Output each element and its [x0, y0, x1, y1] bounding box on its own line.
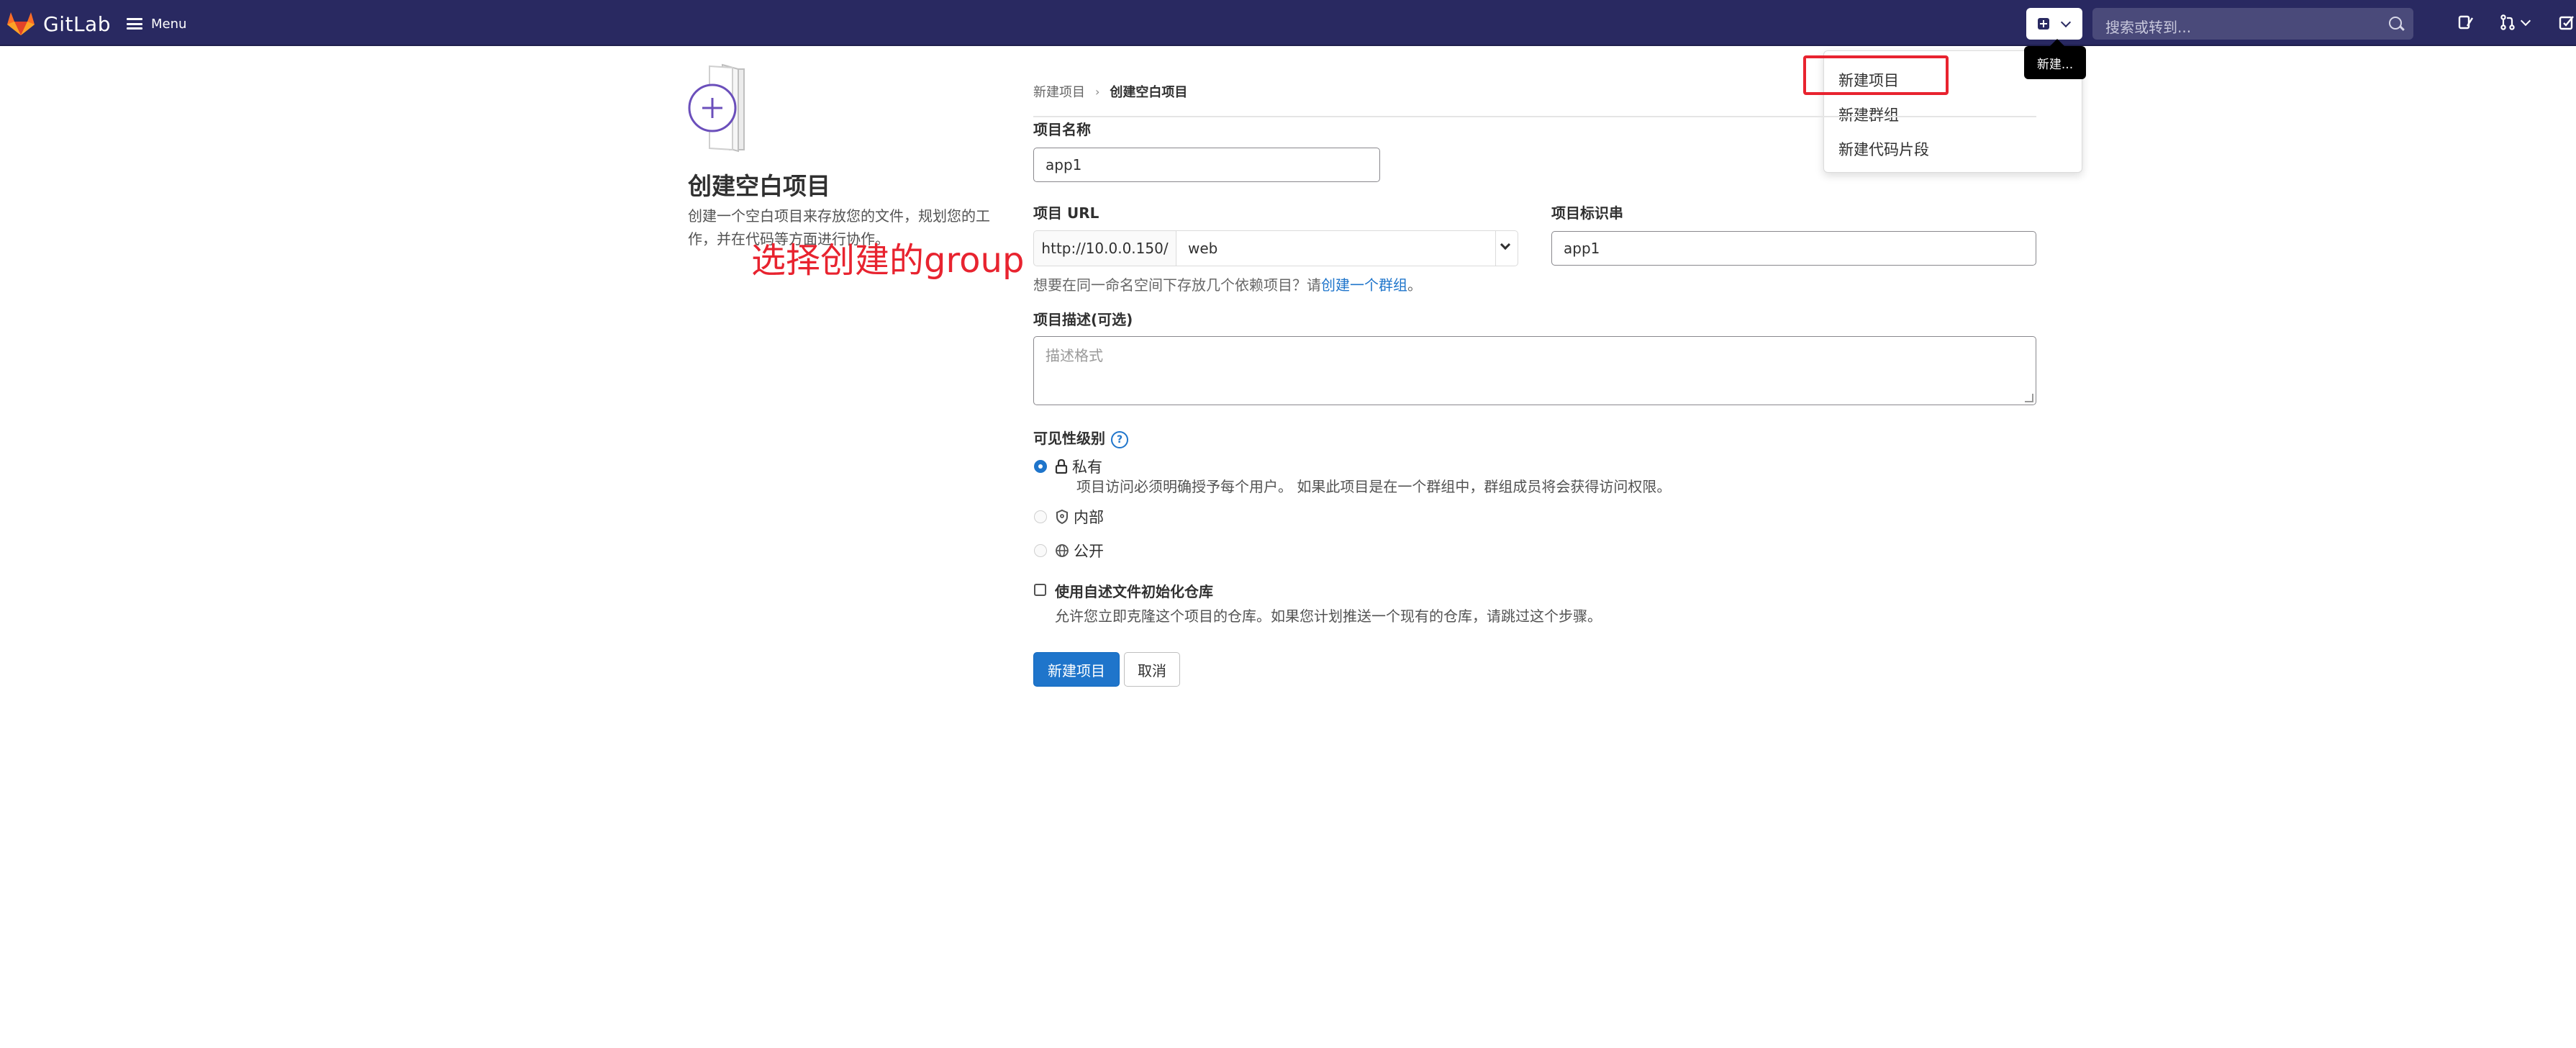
new-dropdown-button[interactable]	[2026, 8, 2082, 40]
hamburger-icon	[127, 18, 142, 30]
init-readme-label[interactable]: 使用自述文件初始化仓库	[1055, 580, 1213, 601]
annotation-text: 选择创建的group	[751, 240, 1025, 281]
project-name-label: 项目名称	[1033, 121, 1091, 138]
menu-label: Menu	[151, 16, 187, 32]
globe-icon	[1056, 544, 1069, 557]
search-icon	[2389, 17, 2402, 30]
chevron-down-icon	[1495, 231, 1518, 266]
shield-icon	[1056, 509, 1068, 525]
group-hint-text: 想要在同一命名空间下存放几个依赖项目？请	[1033, 276, 1321, 294]
visibility-label: 可见性级别?	[1033, 427, 1128, 448]
project-slug-value: app1	[1564, 240, 1600, 257]
project-slug-label: 项目标识串	[1551, 204, 1623, 222]
breadcrumb-item-current[interactable]: 创建空白项目	[1110, 82, 1187, 101]
dropdown-item-new-snippet[interactable]: 新建代码片段	[1838, 138, 1929, 160]
visibility-public-label: 公开	[1074, 543, 1104, 560]
description-placeholder: 描述格式	[1046, 347, 1103, 364]
project-slug-input[interactable]: app1	[1551, 231, 2036, 266]
visibility-option-public[interactable]: 公开	[1055, 540, 1104, 561]
init-readme-description: 允许您立即克隆这个项目的仓库。如果您计划推送一个现有的仓库，请跳过这个步骤。	[1055, 607, 1602, 625]
page-title: 创建空白项目	[688, 172, 830, 200]
gitlab-logo-icon[interactable]	[6, 10, 36, 36]
top-navbar: GitLab Menu 搜索或转到...	[0, 0, 2576, 46]
project-name-value: app1	[1046, 156, 1082, 173]
todo-icon[interactable]	[2559, 14, 2575, 30]
visibility-option-private[interactable]: 私有	[1055, 456, 1102, 477]
url-prefix: http://10.0.0.150/	[1033, 230, 1176, 266]
breadcrumb: 新建项目 › 创建空白项目	[1033, 82, 1187, 101]
help-icon[interactable]: ?	[1111, 430, 1128, 448]
init-readme-checkbox[interactable]	[1034, 584, 1046, 596]
namespace-value: web	[1188, 240, 1218, 257]
divider	[1033, 116, 2036, 117]
annotation-highlight-box	[1803, 55, 1949, 95]
group-hint: 想要在同一命名空间下存放几个依赖项目？请创建一个群组。	[1033, 274, 1422, 294]
menu-button[interactable]: Menu	[127, 13, 186, 35]
visibility-internal-label: 内部	[1074, 509, 1104, 526]
new-tooltip: 新建...	[2024, 39, 2086, 79]
create-project-button[interactable]: 新建项目	[1033, 652, 1120, 687]
namespace-select[interactable]: web	[1176, 230, 1518, 266]
merge-request-icon[interactable]	[2500, 14, 2516, 30]
issues-icon[interactable]	[2458, 14, 2474, 30]
group-hint-end: 。	[1407, 276, 1422, 294]
cancel-button[interactable]: 取消	[1124, 652, 1180, 687]
description-label: 项目描述(可选)	[1033, 311, 1133, 328]
dropdown-item-new-group[interactable]: 新建群组	[1838, 104, 1899, 125]
blank-project-illustration	[688, 63, 745, 153]
lock-icon	[1055, 458, 1068, 474]
chevron-down-icon	[2060, 17, 2072, 28]
visibility-radio-internal[interactable]	[1034, 510, 1047, 523]
description-textarea[interactable]: 描述格式	[1033, 336, 2036, 405]
project-url-label: 项目 URL	[1033, 204, 1099, 222]
visibility-option-internal[interactable]: 内部	[1055, 506, 1104, 528]
plus-square-icon	[2038, 18, 2049, 30]
visibility-label-text: 可见性级别	[1033, 430, 1105, 447]
breadcrumb-separator: ›	[1095, 84, 1100, 99]
search-placeholder: 搜索或转到...	[2105, 19, 2192, 36]
search-input[interactable]: 搜索或转到...	[2092, 8, 2413, 40]
visibility-radio-private[interactable]	[1034, 460, 1047, 473]
visibility-private-label: 私有	[1072, 458, 1102, 476]
create-group-link[interactable]: 创建一个群组	[1321, 276, 1407, 294]
project-name-input[interactable]: app1	[1033, 148, 1380, 182]
breadcrumb-item-new-project[interactable]: 新建项目	[1033, 82, 1085, 101]
visibility-private-description: 项目访问必须明确授予每个用户。 如果此项目是在一个群组中，群组成员将会获得访问权…	[1076, 478, 1672, 495]
brand-name[interactable]: GitLab	[43, 12, 111, 36]
chevron-down-icon	[2520, 15, 2531, 27]
resize-handle-icon[interactable]	[2025, 394, 2033, 402]
visibility-radio-public[interactable]	[1034, 544, 1047, 557]
